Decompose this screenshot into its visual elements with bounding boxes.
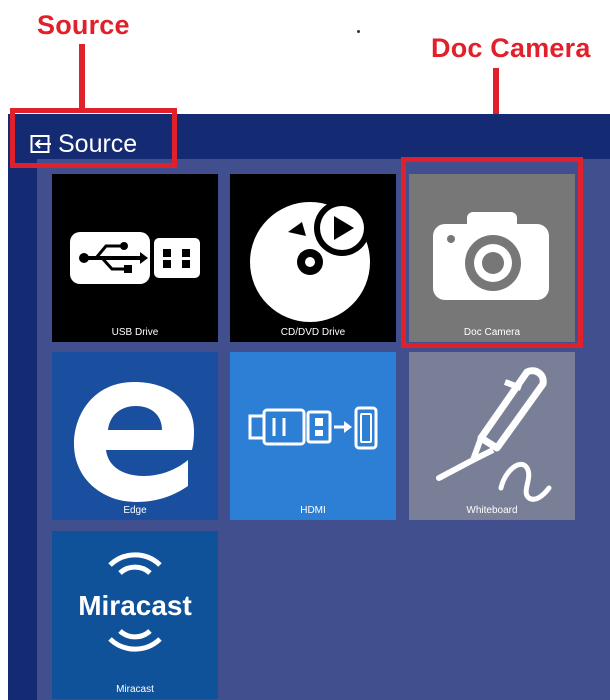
tile-label: Whiteboard	[466, 505, 518, 516]
tile-label: HDMI	[300, 505, 326, 516]
tile-label: Miracast	[116, 684, 154, 695]
source-callout-line	[79, 44, 85, 108]
doc-camera-highlight-box	[401, 157, 583, 348]
miracast-logo-text: Miracast	[78, 590, 192, 621]
stray-dot	[357, 30, 360, 33]
miracast-icon: Miracast	[78, 552, 192, 652]
tile-whiteboard[interactable]: Whiteboard	[409, 352, 575, 520]
tile-cd-dvd-drive[interactable]: CD/DVD Drive	[230, 174, 396, 342]
usb-icon	[70, 232, 200, 284]
tile-hdmi[interactable]: HDMI	[230, 352, 396, 520]
source-callout-label: Source	[37, 10, 130, 40]
pen-icon	[436, 367, 552, 502]
tile-label: USB Drive	[111, 327, 159, 338]
hdmi-icon	[248, 406, 378, 450]
tile-miracast[interactable]: Miracast Miracast	[52, 531, 218, 699]
source-highlight-box	[10, 108, 177, 168]
doc-camera-callout-label: Doc Camera	[431, 33, 591, 63]
cd-dvd-icon	[250, 200, 370, 322]
edge-icon	[74, 382, 194, 502]
tile-edge[interactable]: Edge	[52, 352, 218, 520]
tile-usb-drive[interactable]: USB Drive	[52, 174, 218, 342]
tile-label: Edge	[123, 505, 147, 516]
tile-label: CD/DVD Drive	[280, 327, 346, 338]
